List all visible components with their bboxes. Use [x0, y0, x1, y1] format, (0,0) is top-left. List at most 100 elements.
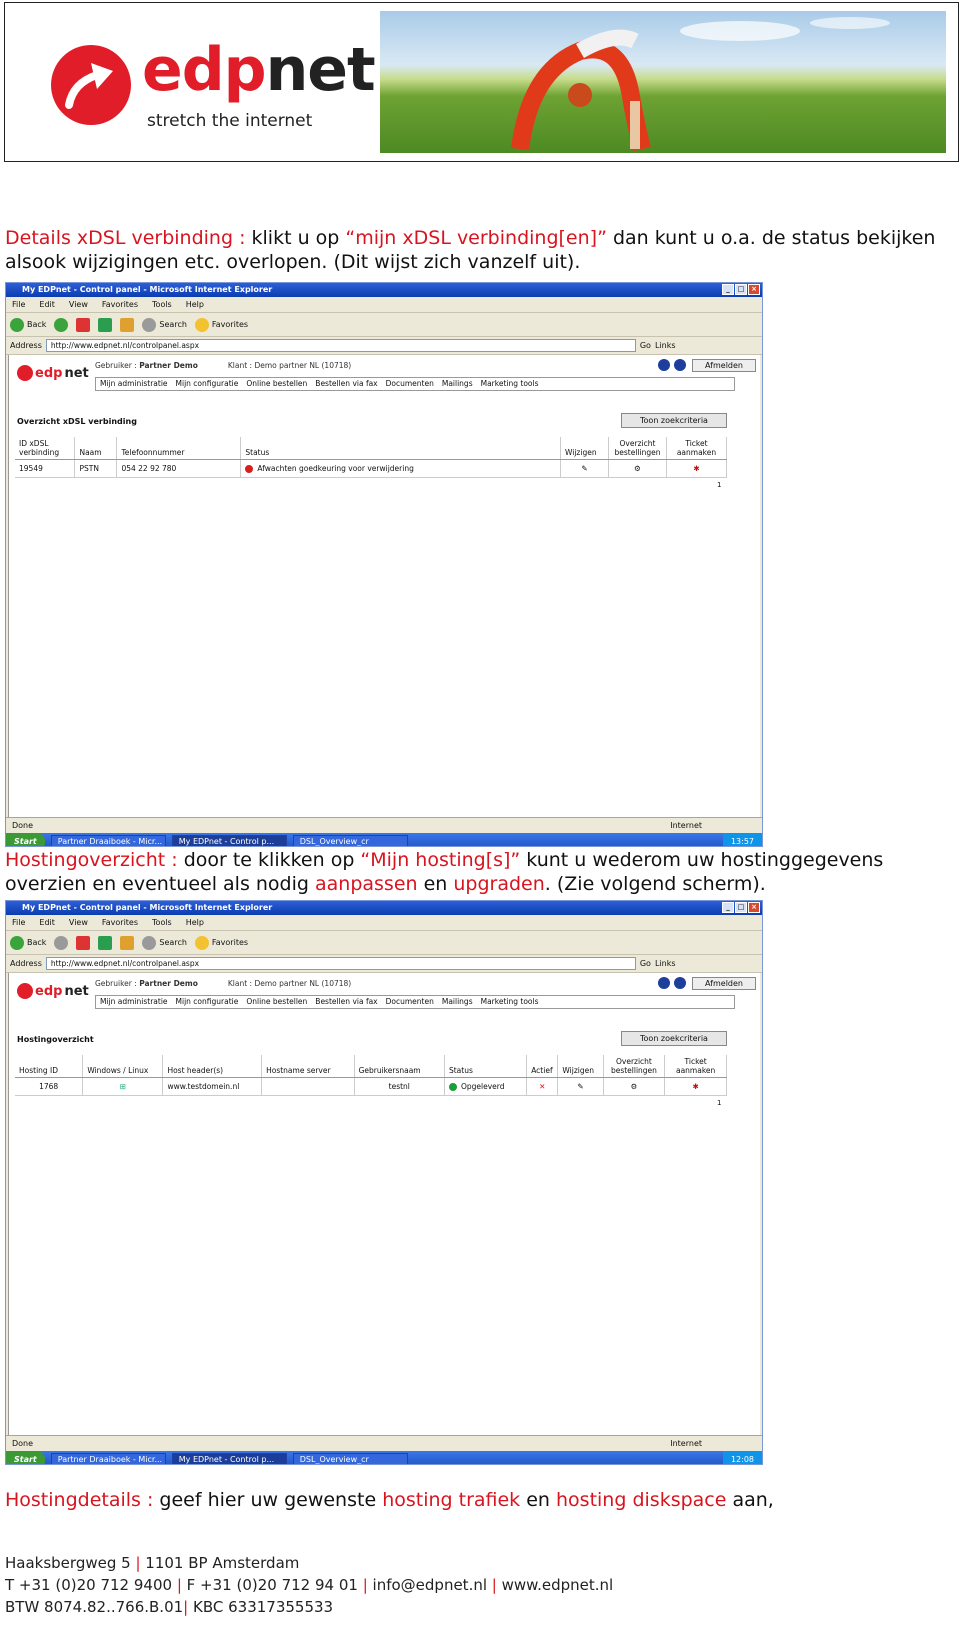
cart-icon[interactable] [674, 977, 686, 989]
forward-button[interactable] [54, 317, 69, 332]
taskbar-item[interactable]: DSL_Overview_cr [292, 835, 408, 846]
window-titlebar: My EDPnet - Control panel - Microsoft In… [6, 901, 762, 915]
orders-icon[interactable]: ⚙ [634, 464, 641, 473]
forward-button[interactable] [54, 935, 69, 950]
edit-icon[interactable]: ✎ [581, 464, 587, 473]
status-red-icon [245, 465, 254, 473]
links-button[interactable]: Links [655, 341, 676, 350]
user-info: Gebruiker : Partner Demo Klant : Demo pa… [95, 979, 352, 988]
pagination[interactable]: 1 [717, 481, 721, 489]
menu-file[interactable]: File [12, 915, 25, 930]
pagination[interactable]: 1 [717, 1099, 721, 1107]
menu-tools[interactable]: Tools [152, 915, 172, 930]
nav-item[interactable]: Marketing tools [481, 378, 539, 390]
nav-item[interactable]: Mijn configuratie [176, 378, 239, 390]
menu-edit[interactable]: Edit [39, 297, 55, 312]
toon-zoekcriteria-button[interactable]: Toon zoekcriteria [621, 1031, 727, 1046]
orders-icon[interactable]: ⚙ [631, 1082, 638, 1091]
taskbar-item[interactable]: DSL_Overview_cr [292, 1453, 408, 1464]
minimize-button[interactable]: _ [722, 902, 734, 913]
start-button[interactable]: Start [6, 1451, 45, 1464]
menu-file[interactable]: File [12, 297, 25, 312]
go-button[interactable]: Go [640, 341, 651, 350]
back-button[interactable]: Back [10, 317, 46, 332]
nav-item[interactable]: Mijn administratie [100, 996, 168, 1008]
nav-item[interactable]: Mailings [442, 996, 473, 1008]
favorites-button[interactable]: Favorites [194, 317, 248, 332]
nav-item[interactable]: Marketing tools [481, 996, 539, 1008]
logout-button[interactable]: Afmelden [691, 977, 756, 990]
taskbar-item[interactable]: Partner Draaiboek - Micr... [50, 1453, 166, 1464]
ticket-bug-icon[interactable]: ✱ [693, 464, 699, 473]
page-content: edp net Gebruiker : Partner Demo Klant : … [8, 355, 760, 817]
menu-edit[interactable]: Edit [39, 915, 55, 930]
nav-item[interactable]: Mailings [442, 378, 473, 390]
app-header: edp net Gebruiker : Partner Demo Klant : … [9, 973, 760, 1023]
taskbar-item[interactable]: My EDPnet - Control p... [171, 1453, 287, 1464]
table-row[interactable]: 1768 ⊞ www.testdomein.nl testnl Opgeleve… [15, 1077, 727, 1096]
intro-xdsl-paragraph: Details xDSL verbinding : klikt u op “mi… [5, 227, 936, 273]
home-icon[interactable] [120, 935, 135, 950]
menu-help[interactable]: Help [186, 915, 204, 930]
address-input[interactable]: http://www.edpnet.nl/controlpanel.aspx [45, 339, 636, 352]
home-icon[interactable] [658, 977, 670, 989]
nav-item[interactable]: Online bestellen [246, 996, 307, 1008]
logout-button[interactable]: Afmelden [691, 359, 756, 372]
hosting-table: Hosting ID Windows / Linux Host header(s… [15, 1055, 727, 1096]
back-button[interactable]: Back [10, 935, 46, 950]
go-button[interactable]: Go [640, 959, 651, 968]
search-button[interactable]: Search [142, 935, 187, 950]
page-content: edp net Gebruiker : Partner Demo Klant : … [8, 973, 760, 1435]
menu-view[interactable]: View [69, 297, 88, 312]
menu-tools[interactable]: Tools [152, 297, 172, 312]
taskbar-item[interactable]: My EDPnet - Control p... [171, 835, 287, 846]
home-icon[interactable] [658, 359, 670, 371]
website-link[interactable]: www.edpnet.nl [502, 1576, 614, 1594]
section-title: Hostingoverzicht [17, 1035, 94, 1044]
menu-view[interactable]: View [69, 915, 88, 930]
start-button[interactable]: Start [6, 833, 45, 846]
stop-icon[interactable] [76, 317, 91, 332]
cart-icon[interactable] [674, 359, 686, 371]
nav-item[interactable]: Documenten [386, 378, 434, 390]
close-button[interactable]: × [748, 902, 760, 913]
logo-tagline: stretch the internet [147, 111, 313, 131]
nav-item[interactable]: Online bestellen [246, 378, 307, 390]
star-icon [194, 935, 209, 950]
table-row[interactable]: 19549 PSTN 054 22 92 780 Afwachten goedk… [15, 459, 728, 478]
favorites-button[interactable]: Favorites [194, 935, 248, 950]
refresh-icon[interactable] [98, 935, 113, 950]
toon-zoekcriteria-button[interactable]: Toon zoekcriteria [621, 413, 727, 428]
ticket-bug-icon[interactable]: ✱ [692, 1082, 698, 1091]
refresh-icon[interactable] [98, 317, 113, 332]
menu-favorites[interactable]: Favorites [102, 915, 138, 930]
nav-item[interactable]: Mijn administratie [100, 378, 168, 390]
minimize-button[interactable]: _ [722, 284, 734, 295]
menu-favorites[interactable]: Favorites [102, 297, 138, 312]
taskbar-item[interactable]: Partner Draaiboek - Micr... [50, 835, 166, 846]
clock: 12:08 [730, 1455, 754, 1464]
nav-item[interactable]: Mijn configuratie [176, 996, 239, 1008]
taskbar: Start Partner Draaiboek - Micr... My EDP… [6, 833, 762, 846]
stop-icon[interactable] [76, 935, 91, 950]
home-icon[interactable] [120, 317, 135, 332]
menu-help[interactable]: Help [186, 297, 204, 312]
xdsl-table: ID xDSL verbinding Naam Telefoonnummer S… [15, 437, 728, 478]
close-button[interactable]: × [748, 284, 760, 295]
maximize-button[interactable]: □ [735, 902, 747, 913]
menu-bar: File Edit View Favorites Tools Help [6, 915, 762, 931]
app-logo: edp net [17, 983, 89, 999]
inactive-x-icon: ✕ [539, 1082, 546, 1091]
nav-item[interactable]: Bestellen via fax [315, 996, 377, 1008]
browser-window-xdsl: My EDPnet - Control panel - Microsoft In… [5, 282, 763, 847]
nav-item[interactable]: Bestellen via fax [315, 378, 377, 390]
nav-item[interactable]: Documenten [386, 996, 434, 1008]
links-button[interactable]: Links [655, 959, 676, 968]
star-icon [194, 317, 209, 332]
xdsl-heading: Details xDSL verbinding : [5, 227, 246, 249]
email-link[interactable]: info@edpnet.nl [373, 1576, 487, 1594]
maximize-button[interactable]: □ [735, 284, 747, 295]
search-button[interactable]: Search [142, 317, 187, 332]
address-input[interactable]: http://www.edpnet.nl/controlpanel.aspx [45, 957, 636, 970]
edit-icon[interactable]: ✎ [577, 1082, 583, 1091]
